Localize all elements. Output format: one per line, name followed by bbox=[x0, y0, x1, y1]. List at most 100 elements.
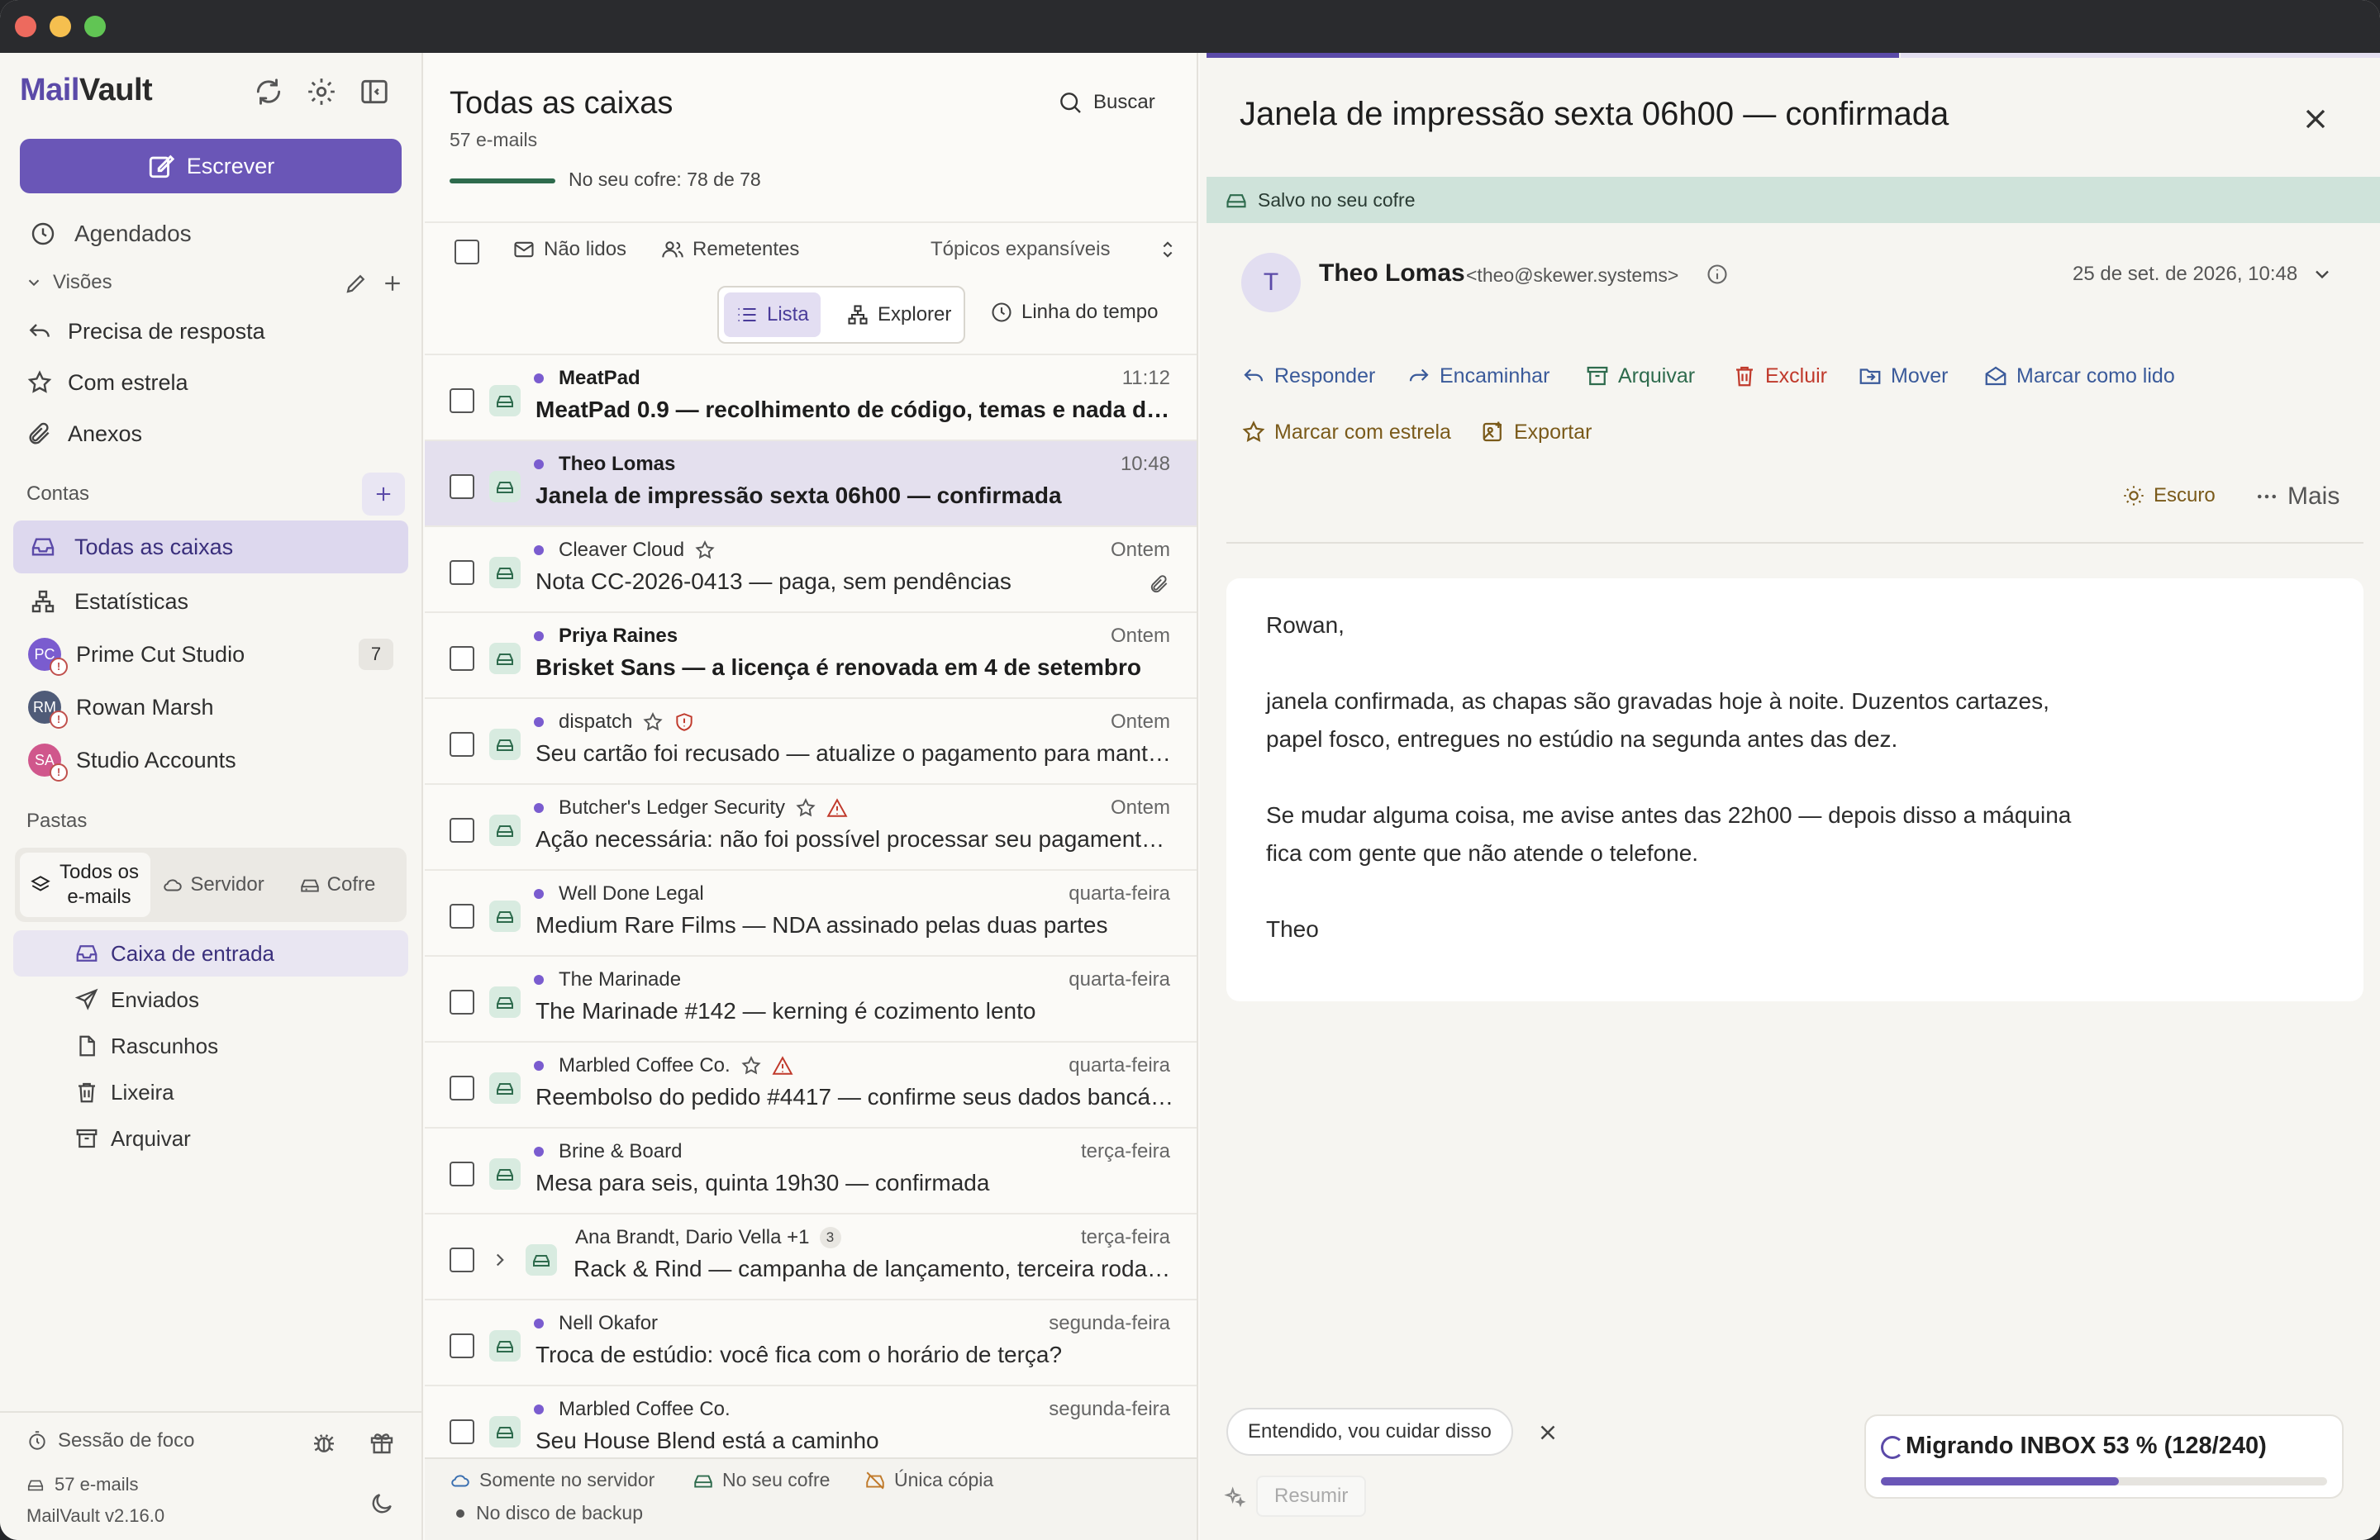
message-row[interactable]: Nell Okafor segunda-feira Troca de estúdio… bbox=[425, 1299, 1197, 1385]
more-button[interactable]: Mais bbox=[2254, 482, 2340, 511]
folder-archive[interactable]: Arquivar bbox=[13, 1115, 408, 1162]
export-button[interactable]: Exportar bbox=[1481, 420, 1592, 444]
sidebar-item-scheduled[interactable]: Agendados bbox=[13, 210, 408, 258]
row-checkbox[interactable] bbox=[450, 990, 474, 1015]
compose-button[interactable]: Escrever bbox=[20, 139, 402, 193]
message-row[interactable]: Theo Lomas 10:48 Janela de impressão sexta… bbox=[425, 440, 1197, 525]
message-row[interactable]: Butcher's Ledger Security Ontem Ação neces… bbox=[425, 783, 1197, 869]
close-window-button[interactable] bbox=[15, 16, 36, 37]
delete-button[interactable]: Excluir bbox=[1732, 364, 1827, 388]
message-row[interactable]: Marbled Coffee Co. quarta-feira Reembolso … bbox=[425, 1041, 1197, 1127]
warning-icon bbox=[772, 1055, 793, 1077]
message-row[interactable]: dispatch Ontem Seu cartão foi recusado — a… bbox=[425, 697, 1197, 783]
row-checkbox[interactable] bbox=[450, 1333, 474, 1358]
vault-status-icon bbox=[489, 471, 521, 502]
edit-icon[interactable] bbox=[344, 271, 369, 296]
row-checkbox[interactable] bbox=[450, 1076, 474, 1100]
zoom-window-button[interactable] bbox=[84, 16, 106, 37]
reply-button[interactable]: Responder bbox=[1241, 364, 1375, 388]
sender-email[interactable]: <theo@skewer.systems> bbox=[1466, 264, 1678, 287]
star-button[interactable]: Marcar com estrela bbox=[1241, 420, 1451, 444]
message-row[interactable]: Well Done Legal quarta-feira Medium Rare F… bbox=[425, 869, 1197, 955]
row-checkbox[interactable] bbox=[450, 732, 474, 757]
gift-icon[interactable] bbox=[369, 1429, 395, 1456]
reply-label: Responder bbox=[1274, 364, 1376, 387]
account-name: Studio Accounts bbox=[76, 747, 236, 772]
sidebar-account-studio-accounts[interactable]: SA! Studio Accounts bbox=[13, 734, 408, 787]
select-all-checkbox[interactable] bbox=[455, 240, 479, 264]
message-row[interactable]: MeatPad 11:12 MeatPad 0.9 — recolhimento d… bbox=[425, 354, 1197, 440]
scope-server-tab[interactable]: Servidor bbox=[155, 853, 271, 917]
row-checkbox[interactable] bbox=[450, 388, 474, 413]
expandable-topics-toggle[interactable]: Tópicos expansíveis bbox=[931, 238, 1179, 261]
view-explorer-tab[interactable]: Explorer bbox=[835, 292, 963, 337]
sidebar-item-attachments[interactable]: Anexos bbox=[13, 410, 408, 458]
close-icon[interactable] bbox=[2299, 102, 2332, 135]
summarize-button[interactable]: Resumir bbox=[1256, 1476, 1367, 1517]
mark-read-button[interactable]: Marcar como lido bbox=[1983, 364, 2175, 388]
warning-icon: ! bbox=[50, 763, 68, 782]
sidebar-item-needs-reply[interactable]: Precisa de resposta bbox=[13, 307, 408, 355]
search-button[interactable]: Buscar bbox=[1057, 89, 1155, 116]
scope-vault-tab[interactable]: Cofre bbox=[279, 853, 395, 917]
row-checkbox[interactable] bbox=[450, 1162, 474, 1186]
unread-dot bbox=[534, 889, 544, 899]
folder-sent[interactable]: Enviados bbox=[13, 977, 408, 1023]
star-icon[interactable] bbox=[795, 797, 816, 819]
star-icon[interactable] bbox=[642, 711, 664, 733]
archive-button[interactable]: Arquivar bbox=[1585, 364, 1695, 388]
sender-name[interactable]: Theo Lomas bbox=[1319, 259, 1465, 288]
focus-session-button[interactable]: Sessão de foco bbox=[26, 1429, 194, 1452]
add-view-icon[interactable] bbox=[380, 271, 405, 296]
chevron-down-icon[interactable] bbox=[2311, 263, 2334, 286]
scope-all-tab[interactable]: Todos os e-mails bbox=[20, 853, 150, 917]
message-row[interactable]: The Marinade quarta-feira The Marinade #14… bbox=[425, 955, 1197, 1041]
view-timeline-tab[interactable]: Linha do tempo bbox=[990, 301, 1158, 324]
sidebar-account-prime-cut-studio[interactable]: PC! Prime Cut Studio 7 bbox=[13, 628, 408, 681]
star-icon[interactable] bbox=[740, 1055, 762, 1077]
dismiss-quick-reply-icon[interactable] bbox=[1535, 1420, 1560, 1445]
moon-icon[interactable] bbox=[369, 1490, 395, 1517]
bug-icon[interactable] bbox=[311, 1429, 337, 1456]
message-row[interactable]: Ana Brandt, Dario Vella +1 3 terça-feira Ra… bbox=[425, 1213, 1197, 1299]
folder-inbox[interactable]: Caixa de entrada bbox=[13, 930, 408, 977]
message-row[interactable]: Cleaver Cloud Ontem Nota CC-2026-0413 — pa… bbox=[425, 525, 1197, 611]
row-checkbox[interactable] bbox=[450, 646, 474, 671]
quick-reply-chip[interactable]: Entendido, vou cuidar disso bbox=[1226, 1408, 1513, 1456]
move-button[interactable]: Mover bbox=[1858, 364, 1948, 388]
dark-mode-button[interactable]: Escuro bbox=[2122, 484, 2216, 507]
view-mode-toggle: Lista Explorer bbox=[717, 286, 965, 344]
filter-senders-button[interactable]: Remetentes bbox=[661, 238, 799, 261]
archive-icon bbox=[74, 1126, 99, 1151]
gear-icon[interactable] bbox=[306, 76, 337, 107]
row-checkbox[interactable] bbox=[450, 904, 474, 929]
unread-dot bbox=[534, 545, 544, 555]
row-checkbox[interactable] bbox=[450, 1419, 474, 1444]
expand-thread-icon[interactable] bbox=[489, 1249, 511, 1271]
add-account-button[interactable] bbox=[362, 473, 405, 516]
sender-name: The Marinade bbox=[559, 968, 682, 991]
sync-icon[interactable] bbox=[253, 76, 284, 107]
views-header[interactable]: Visões bbox=[25, 271, 112, 294]
vault-status-icon bbox=[489, 1158, 521, 1190]
minimize-window-button[interactable] bbox=[50, 16, 71, 37]
collapse-sidebar-icon[interactable] bbox=[359, 76, 390, 107]
sidebar-account-rowan-marsh[interactable]: RM! Rowan Marsh bbox=[13, 681, 408, 734]
migration-status-text: Migrando INBOX 53 % (128/240) bbox=[1906, 1433, 2267, 1459]
view-list-tab[interactable]: Lista bbox=[724, 292, 821, 337]
message-row[interactable]: Priya Raines Ontem Brisket Sans — a licenç… bbox=[425, 611, 1197, 697]
filter-unread-button[interactable]: Não lidos bbox=[512, 238, 626, 261]
sidebar-item-all-inboxes[interactable]: Todas as caixas bbox=[13, 520, 408, 573]
star-icon[interactable] bbox=[694, 539, 716, 561]
folder-drafts[interactable]: Rascunhos bbox=[13, 1023, 408, 1069]
sidebar-item-statistics[interactable]: Estatísticas bbox=[13, 575, 408, 628]
row-checkbox[interactable] bbox=[450, 1248, 474, 1272]
message-row[interactable]: Brine & Board terça-feira Mesa para seis, … bbox=[425, 1127, 1197, 1213]
row-checkbox[interactable] bbox=[450, 474, 474, 499]
sidebar-item-starred[interactable]: Com estrela bbox=[13, 359, 408, 406]
forward-button[interactable]: Encaminhar bbox=[1407, 364, 1549, 388]
row-checkbox[interactable] bbox=[450, 560, 474, 585]
row-checkbox[interactable] bbox=[450, 818, 474, 843]
info-icon[interactable] bbox=[1706, 263, 1729, 286]
folder-trash[interactable]: Lixeira bbox=[13, 1069, 408, 1115]
